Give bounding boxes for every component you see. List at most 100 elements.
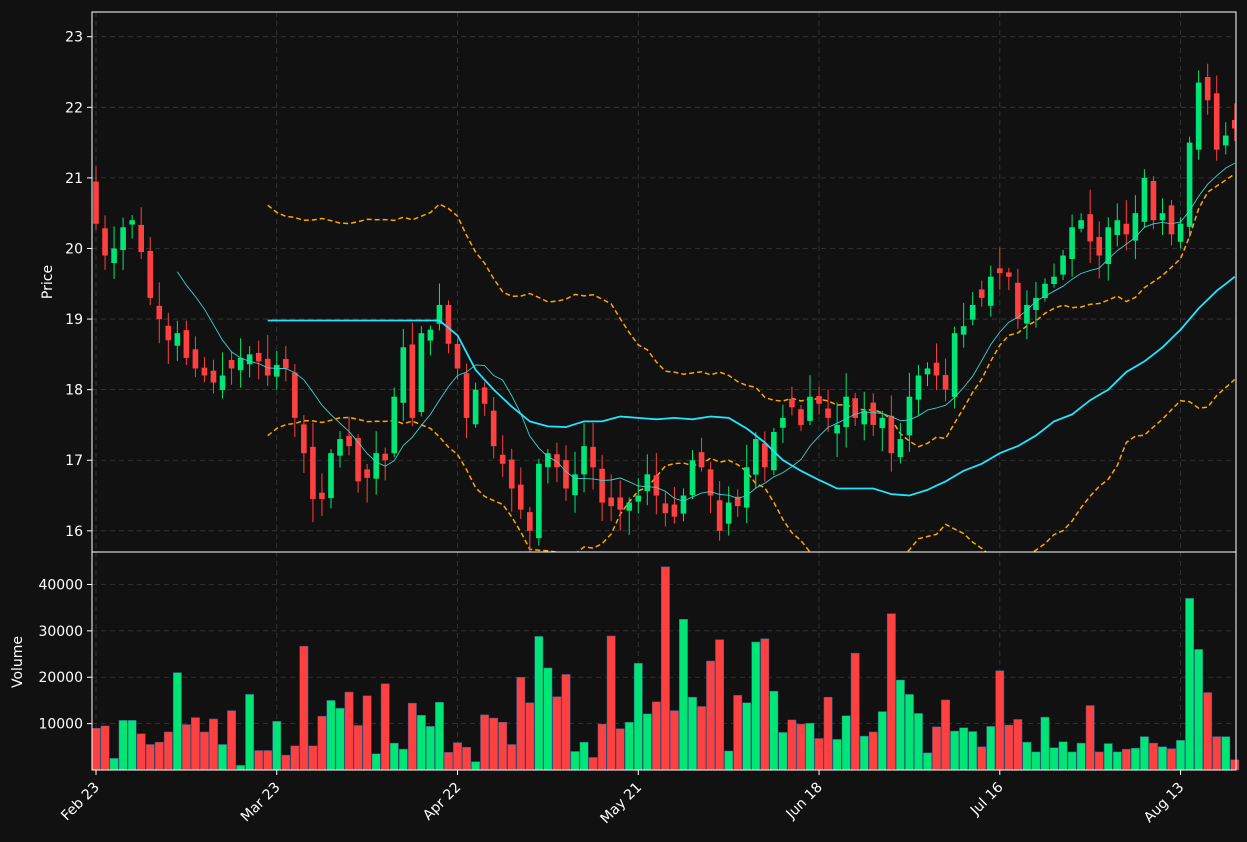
volume-bar: [697, 706, 706, 771]
volume-bar: [100, 725, 110, 771]
volume-bar: [651, 701, 661, 771]
candle-body: [825, 408, 831, 418]
volume-bar: [615, 728, 625, 771]
volume-bar: [796, 723, 806, 771]
volume-bar: [200, 731, 209, 771]
volume-bar: [895, 679, 905, 771]
volume-bar: [525, 702, 535, 771]
candle-body: [183, 330, 190, 358]
candle-body: [1168, 205, 1175, 235]
volume-bar: [507, 744, 517, 771]
volume-bar: [344, 691, 354, 771]
volume-bar: [191, 717, 200, 771]
volume-bar: [308, 745, 318, 771]
volume-bar: [606, 635, 616, 771]
candle-body: [1177, 223, 1184, 242]
volume-bar: [679, 619, 688, 771]
price-tick-label: 23: [65, 30, 83, 46]
price-tick-label: 17: [65, 453, 83, 469]
volume-bar: [416, 715, 426, 771]
volume-bar: [145, 744, 155, 771]
price-tick-label: 21: [65, 171, 83, 187]
candle-body: [725, 502, 732, 524]
candle-body: [246, 354, 253, 365]
volume-bar: [1203, 692, 1213, 771]
candle-body: [129, 220, 135, 225]
volume-bar: [543, 667, 553, 771]
candle-body: [780, 417, 786, 428]
volume-bar: [435, 702, 444, 771]
candle-body: [563, 460, 569, 489]
volume-bar: [1230, 759, 1240, 771]
candle-body: [1078, 220, 1084, 229]
candle-body: [689, 460, 696, 496]
volume-bar: [968, 731, 978, 771]
candle-body: [888, 415, 895, 454]
candle-body: [481, 387, 488, 404]
volume-bar: [733, 695, 743, 771]
candle-body: [680, 495, 687, 514]
volume-bar: [905, 694, 914, 771]
volume-tick-label: 10000: [38, 717, 83, 733]
volume-bar: [534, 636, 544, 771]
volume-bar: [914, 713, 923, 771]
candle-body: [328, 453, 334, 499]
candle-body: [93, 181, 99, 224]
candle-body: [608, 497, 614, 507]
candle-body: [1015, 282, 1021, 320]
candle-body: [1132, 213, 1139, 241]
candle-body: [1096, 236, 1103, 256]
candle-body: [282, 358, 289, 369]
volume-bar: [859, 735, 869, 771]
volume-bar: [272, 721, 282, 771]
candle-body: [427, 329, 434, 341]
candle-body: [1150, 180, 1157, 221]
volume-bar: [941, 699, 950, 771]
volume-bar: [1185, 598, 1195, 771]
volume-bar: [380, 683, 390, 771]
candle-body: [273, 364, 280, 377]
volume-bar: [805, 722, 815, 771]
candle-body: [798, 409, 804, 425]
volume-bar: [371, 753, 381, 771]
candle-body: [879, 417, 886, 429]
candle-body: [716, 500, 723, 531]
volume-bar: [1085, 705, 1095, 771]
volume-bar: [1022, 741, 1032, 771]
candle-body: [165, 325, 172, 341]
candle-body: [382, 453, 389, 461]
volume-bar: [1103, 743, 1113, 771]
candle-body: [1222, 135, 1229, 146]
candle-body: [816, 396, 822, 404]
volume-bar: [362, 695, 372, 771]
volume-bar: [751, 641, 761, 771]
figure-background: [0, 0, 1247, 842]
candle-body: [762, 443, 768, 468]
volume-bar: [498, 721, 508, 771]
volume-bar: [317, 715, 327, 771]
candle-body: [1114, 220, 1121, 236]
volume-bar: [1221, 736, 1231, 771]
price-tick-label: 22: [65, 100, 83, 116]
candle-body: [373, 453, 379, 479]
volume-bar: [299, 645, 309, 771]
volume-bar: [841, 715, 851, 771]
stock-chart: 1617181920212223 10000200003000040000 Fe…: [0, 0, 1247, 842]
candle-body: [508, 459, 515, 489]
volume-bar: [163, 731, 173, 771]
candle-body: [834, 424, 840, 434]
candle-body: [319, 492, 325, 500]
candle-body: [653, 475, 660, 496]
volume-tick-label: 40000: [38, 577, 83, 593]
volume-bar: [923, 752, 932, 771]
volume-bar: [172, 672, 182, 771]
candle-body: [581, 446, 587, 475]
volume-bar: [1031, 751, 1041, 771]
candle-body: [870, 402, 877, 425]
candle-body: [147, 250, 154, 298]
candle-body: [201, 367, 208, 376]
volume-bar: [561, 674, 571, 771]
candle-body: [1105, 227, 1112, 265]
candle-body: [662, 503, 669, 514]
candle-body: [743, 467, 750, 508]
